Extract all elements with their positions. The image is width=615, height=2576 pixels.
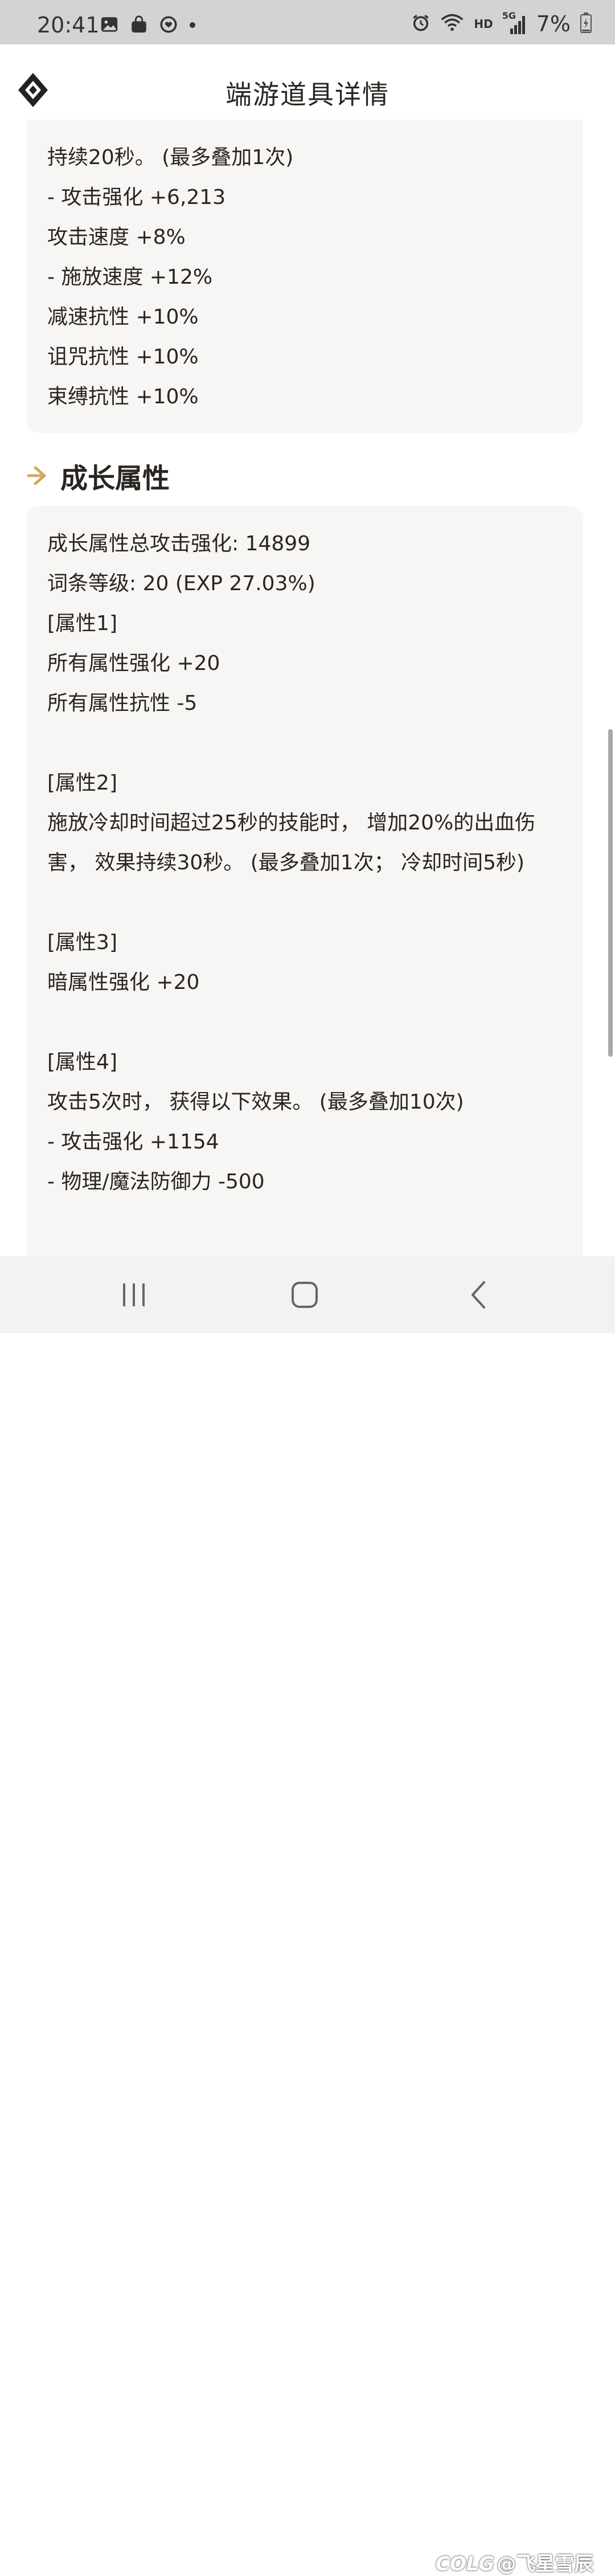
signal-icon: 5G: [502, 10, 527, 35]
effect-line: - 攻击强化 +6,213: [47, 186, 226, 209]
item-effect-card: 持续20秒。 (最多叠加1次) - 攻击强化 +6,213 攻击速度 +8% -…: [26, 120, 583, 433]
effect-line: 束缚抗性 +10%: [47, 385, 199, 408]
effect-line: 攻击速度 +8%: [47, 226, 186, 249]
system-status: HD 5G 7%: [411, 10, 592, 36]
growth-line: 施放冷却时间超过25秒的技能时， 增加20%的出血伤: [47, 811, 536, 835]
effect-line: 持续20秒。 (最多叠加1次): [47, 146, 294, 169]
growth-line: [属性3]: [47, 931, 117, 954]
status-time: 20:41: [37, 13, 100, 38]
growth-line: 成长属性总攻击强化: 14899: [47, 532, 311, 555]
watermark: COLG @飞星雪辰: [436, 2548, 593, 2576]
heart-face-icon: [159, 15, 178, 36]
effect-line: - 施放速度 +12%: [47, 265, 213, 289]
arrow-right-icon: [26, 464, 50, 487]
watermark-text: @飞星雪辰: [497, 2553, 594, 2575]
image-icon: [100, 15, 119, 36]
battery-percent: 7%: [536, 11, 571, 36]
recent-apps-icon[interactable]: [111, 1272, 157, 1318]
growth-line: 所有属性强化 +20: [47, 652, 220, 675]
battery-charging-icon: [580, 13, 592, 35]
watermark-logo: COLG: [436, 2553, 495, 2575]
page-title: 端游道具详情: [226, 79, 390, 110]
growth-attributes-card: 成长属性总攻击强化: 14899 词条等级: 20 (EXP 27.03%) […: [26, 506, 583, 1269]
navigation-bar: COLG @飞星雪辰: [0, 1256, 615, 2575]
growth-line: 攻击5次时， 获得以下效果。 (最多叠加10次): [47, 1090, 464, 1114]
growth-line: - 攻击强化 +1154: [47, 1130, 219, 1154]
growth-line: 所有属性抗性 -5: [47, 692, 198, 715]
growth-line: [属性1]: [47, 612, 117, 635]
growth-line: [属性4]: [47, 1050, 117, 1074]
scrollbar[interactable]: [608, 729, 613, 1057]
status-bar: 20:41 HD 5G 7%: [0, 0, 615, 44]
section-title: 成长属性: [60, 463, 170, 494]
growth-line: 词条等级: 20 (EXP 27.03%): [47, 572, 315, 595]
growth-line: - 物理/魔法防御力 -500: [47, 1170, 265, 1193]
notification-icons: [100, 15, 196, 36]
growth-line: [属性2]: [47, 771, 117, 795]
effect-line: 诅咒抗性 +10%: [47, 345, 199, 369]
home-icon[interactable]: [282, 1272, 327, 1318]
wifi-icon: [440, 13, 465, 35]
growth-line: 暗属性强化 +20: [47, 971, 200, 994]
hd-label: HD: [474, 17, 493, 31]
growth-line: 害， 效果持续30秒。 (最多叠加1次； 冷却时间5秒): [47, 851, 525, 874]
back-icon[interactable]: [456, 1272, 501, 1318]
effect-line: 减速抗性 +10%: [47, 305, 199, 329]
dot-icon: [188, 21, 196, 31]
growth-section-heading: 成长属性: [26, 456, 170, 496]
alarm-icon: [411, 13, 430, 35]
shopping-bag-icon: [129, 15, 149, 36]
